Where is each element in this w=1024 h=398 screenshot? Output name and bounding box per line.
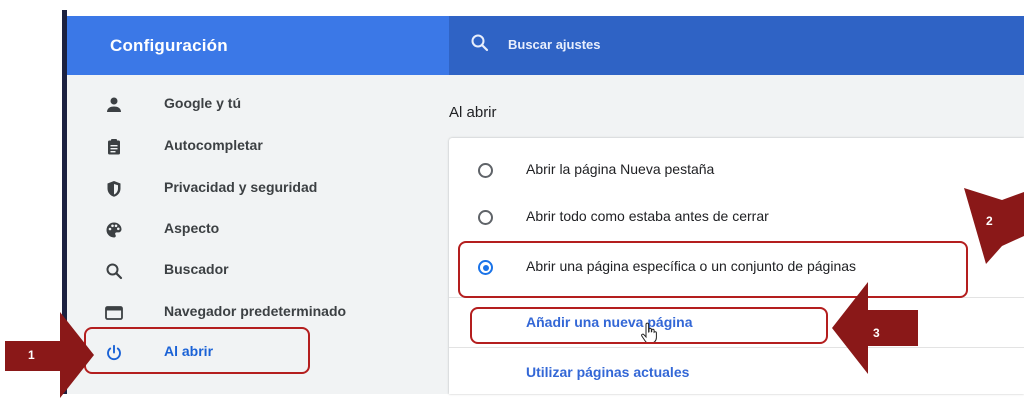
sidebar-item-label: Buscador <box>164 261 229 277</box>
sidebar-item-label: Autocompletar <box>164 137 263 153</box>
divider <box>449 347 1024 348</box>
use-current-pages-link[interactable]: Utilizar páginas actuales <box>526 364 689 380</box>
sidebar-item-autocompletar[interactable]: Autocompletar <box>95 132 415 162</box>
arrow-down-left-icon <box>964 188 1024 264</box>
clipboard-icon <box>108 139 120 155</box>
arrow-right-icon <box>60 312 94 398</box>
page-title: Configuración <box>110 36 228 55</box>
radio-continue-where-left[interactable] <box>478 210 493 225</box>
person-icon <box>107 97 121 112</box>
sidebar-item-aspecto[interactable]: Aspecto <box>95 215 415 245</box>
sidebar-item-label: Privacidad y seguridad <box>164 179 318 195</box>
sidebar-item-label: Google y tú <box>164 95 241 111</box>
highlight-add-page <box>470 307 828 344</box>
step-number-3: 3 <box>873 326 880 340</box>
sidebar-item-navegador-predeterminado[interactable]: Navegador predeterminado <box>95 298 415 328</box>
radio-new-tab[interactable] <box>478 163 493 178</box>
sidebar-item-google-y-tu[interactable]: Google y tú <box>95 90 415 120</box>
search-icon <box>106 263 123 280</box>
section-title: Al abrir <box>449 104 497 121</box>
highlight-al-abrir <box>84 327 310 374</box>
sidebar-item-label: Navegador predeterminado <box>164 303 347 319</box>
option-label[interactable]: Abrir todo como estaba antes de cerrar <box>526 208 769 224</box>
palette-icon <box>106 222 122 238</box>
shield-icon <box>107 181 121 197</box>
search-icon[interactable] <box>470 33 490 53</box>
step-number-2: 2 <box>986 214 993 228</box>
sidebar-item-privacidad[interactable]: Privacidad y seguridad <box>95 174 415 204</box>
step-number-1: 1 <box>28 348 35 362</box>
option-label[interactable]: Abrir la página Nueva pestaña <box>526 161 714 177</box>
search-input[interactable] <box>508 30 988 58</box>
sidebar-item-label: Aspecto <box>164 220 220 236</box>
sidebar-item-buscador[interactable]: Buscador <box>95 256 415 286</box>
browser-window-icon <box>105 306 123 320</box>
